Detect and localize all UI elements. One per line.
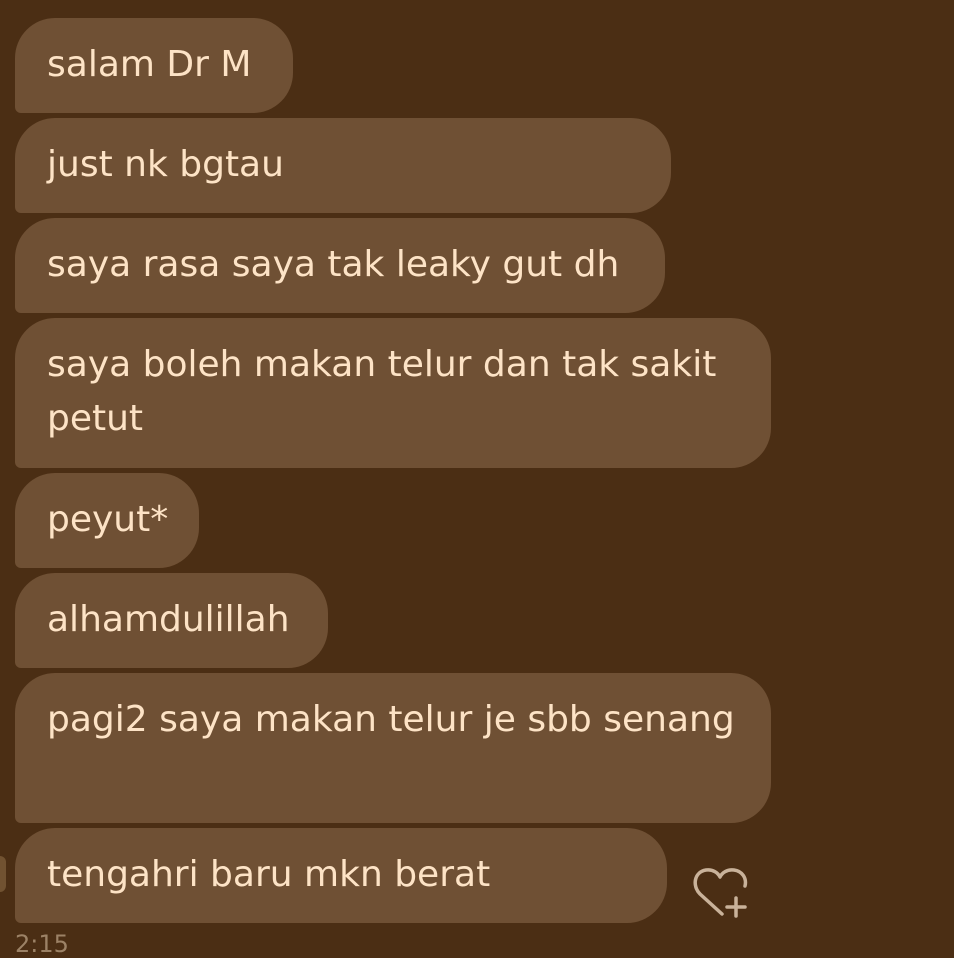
message-text: alhamdulillah: [47, 599, 290, 640]
message-text: saya rasa saya tak leaky gut dh: [47, 244, 620, 285]
message-bubble-8[interactable]: tengahri baru mkn berat: [15, 828, 667, 923]
add-reaction-button[interactable]: [690, 864, 750, 920]
message-text: salam Dr M: [47, 44, 252, 85]
message-bubble-4[interactable]: saya boleh makan telur dan tak sakit pet…: [15, 318, 771, 468]
message-text: tengahri baru mkn berat: [47, 854, 491, 895]
message-bubble-5[interactable]: peyut*: [15, 473, 199, 568]
message-text: just nk bgtau: [47, 144, 284, 185]
heart-plus-icon: [693, 868, 748, 918]
message-text: saya boleh makan telur dan tak sakit pet…: [47, 344, 717, 439]
message-bubble-3[interactable]: saya rasa saya tak leaky gut dh: [15, 218, 665, 313]
message-bubble-2[interactable]: just nk bgtau: [15, 118, 671, 213]
message-timestamp: 2:15: [15, 930, 69, 958]
message-bubble-1[interactable]: salam Dr M: [15, 18, 293, 113]
message-text: pagi2 saya makan telur je sbb senang: [47, 699, 735, 740]
message-text: peyut*: [47, 499, 169, 540]
message-bubble-6[interactable]: alhamdulillah: [15, 573, 328, 668]
message-bubble-7[interactable]: pagi2 saya makan telur je sbb senang: [15, 673, 771, 823]
message-thread: salam Dr M just nk bgtau saya rasa saya …: [0, 0, 954, 956]
avatar[interactable]: [0, 856, 6, 892]
